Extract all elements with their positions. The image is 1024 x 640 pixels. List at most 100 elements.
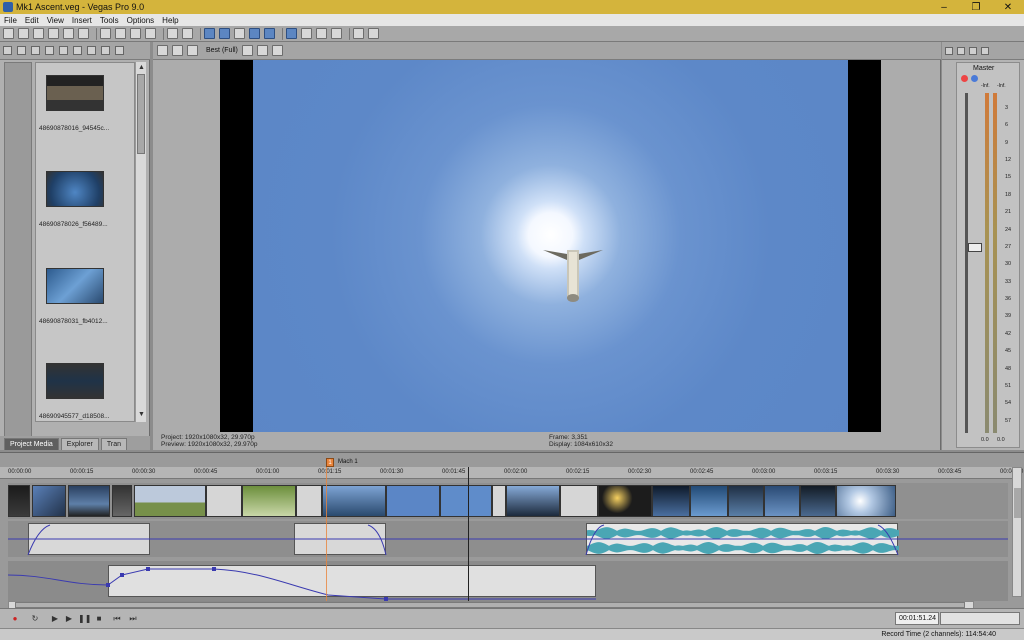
views-icon[interactable] <box>101 46 110 55</box>
menu-view[interactable]: View <box>47 16 64 25</box>
go-to-start-icon[interactable]: ⏮ <box>112 614 122 624</box>
list-item[interactable]: 48690878031_fb4012... <box>36 268 134 358</box>
play-icon[interactable]: ▶ <box>64 614 74 624</box>
video-clip[interactable] <box>32 485 66 517</box>
preview-quality-select[interactable]: Best (Full) <box>206 47 238 54</box>
video-clip[interactable] <box>440 485 492 517</box>
master-fader-knob[interactable] <box>968 243 982 252</box>
remove-unused-icon[interactable] <box>59 46 68 55</box>
selection-edit-tool-icon[interactable] <box>301 28 312 39</box>
normal-edit-tool-icon[interactable] <box>264 28 275 39</box>
tab-project-media[interactable]: Project Media <box>4 438 59 450</box>
video-clip[interactable] <box>836 485 896 517</box>
list-item[interactable]: 48690878026_f56489... <box>36 171 134 261</box>
video-clip[interactable] <box>652 485 690 517</box>
scrollbar-thumb[interactable] <box>137 74 145 154</box>
save-snapshot-icon[interactable] <box>271 45 283 56</box>
copy-snapshot-icon[interactable] <box>256 45 268 56</box>
mixer-properties-icon[interactable] <box>945 46 953 55</box>
video-clip[interactable] <box>322 485 386 517</box>
transition-clip[interactable] <box>560 485 598 517</box>
timeline-vscrollbar[interactable] <box>1012 467 1022 597</box>
lock-envelopes-icon[interactable] <box>234 28 245 39</box>
audio-track-2[interactable] <box>8 561 1008 601</box>
extract-audio-icon[interactable] <box>45 46 54 55</box>
tab-transitions[interactable]: Tran <box>100 438 128 450</box>
transition-clip[interactable] <box>492 485 506 517</box>
master-mute-icon[interactable] <box>971 75 978 82</box>
media-properties-icon[interactable] <box>73 46 82 55</box>
video-clip[interactable] <box>506 485 560 517</box>
video-clip[interactable] <box>112 485 132 517</box>
selection-time-display[interactable] <box>940 612 1020 625</box>
transition-clip[interactable] <box>296 485 322 517</box>
redo-icon[interactable] <box>182 28 193 39</box>
undo-icon[interactable] <box>167 28 178 39</box>
maximize-button[interactable]: ❐ <box>960 0 992 14</box>
envelope-edit-tool-icon[interactable] <box>286 28 297 39</box>
preview-properties-icon[interactable] <box>157 45 168 56</box>
cut-icon[interactable] <box>100 28 111 39</box>
video-clip[interactable] <box>8 485 30 517</box>
video-clip[interactable] <box>800 485 836 517</box>
open-icon[interactable] <box>18 28 29 39</box>
menu-edit[interactable]: Edit <box>25 16 39 25</box>
save-as-icon[interactable] <box>48 28 59 39</box>
master-fx-icon[interactable] <box>961 75 968 82</box>
delete-icon[interactable] <box>145 28 156 39</box>
list-item[interactable]: 48690945577_d18508... <box>36 363 134 421</box>
media-bins-tree[interactable] <box>4 62 32 446</box>
video-clip[interactable] <box>764 485 800 517</box>
capture-video-icon[interactable] <box>17 46 26 55</box>
menu-file[interactable]: File <box>4 16 17 25</box>
close-button[interactable]: ✕ <box>992 0 1024 14</box>
video-track[interactable] <box>8 483 1008 519</box>
search-media-icon[interactable] <box>115 46 124 55</box>
enable-snapping-icon[interactable] <box>204 28 215 39</box>
minimize-button[interactable]: ‒ <box>928 0 960 14</box>
video-clip[interactable] <box>134 485 206 517</box>
stop-icon[interactable]: ■ <box>94 614 104 624</box>
video-clip[interactable] <box>386 485 440 517</box>
list-item[interactable]: 48690878016_94545c... <box>36 75 134 165</box>
preview-fx-icon[interactable] <box>187 45 198 56</box>
dim-output-icon[interactable] <box>969 46 977 55</box>
video-clip[interactable] <box>242 485 296 517</box>
menu-insert[interactable]: Insert <box>72 16 92 25</box>
menu-options[interactable]: Options <box>127 16 155 25</box>
auto-ripple-icon[interactable] <box>219 28 230 39</box>
go-to-end-icon[interactable]: ⏭ <box>128 614 138 624</box>
properties-icon[interactable] <box>78 28 89 39</box>
transition-clip[interactable] <box>206 485 242 517</box>
downmix-icon[interactable] <box>957 46 965 55</box>
external-monitor-icon[interactable] <box>172 45 183 56</box>
scrollbar-thumb[interactable] <box>1014 488 1021 518</box>
tab-explorer[interactable]: Explorer <box>60 438 99 450</box>
ignore-grouping-icon[interactable] <box>249 28 260 39</box>
pause-icon[interactable]: ❚❚ <box>78 614 91 624</box>
trim-start-icon[interactable] <box>353 28 364 39</box>
marker-icon[interactable] <box>368 28 379 39</box>
audio-track-1[interactable] <box>8 521 1008 557</box>
timeline-marker[interactable]: 1 Mach 1 <box>326 457 358 467</box>
get-media-icon[interactable] <box>31 46 40 55</box>
media-fx-icon[interactable] <box>87 46 96 55</box>
time-ruler[interactable]: 00:00:00 00:00:15 00:00:30 00:00:45 00:01:00… <box>0 467 1023 479</box>
video-clip[interactable] <box>728 485 764 517</box>
split-icon[interactable] <box>331 28 342 39</box>
record-icon[interactable]: ● <box>10 614 20 624</box>
video-clip[interactable] <box>68 485 110 517</box>
paste-icon[interactable] <box>130 28 141 39</box>
render-icon[interactable] <box>63 28 74 39</box>
loop-playback-icon[interactable]: ↻ <box>30 614 40 624</box>
scroll-down-icon[interactable]: ▼ <box>137 410 146 419</box>
media-list[interactable]: 48690878016_94545c... 48690878026_f56489… <box>35 62 135 422</box>
video-clip[interactable] <box>690 485 728 517</box>
overlays-icon[interactable] <box>241 45 253 56</box>
new-icon[interactable] <box>3 28 14 39</box>
video-clip[interactable] <box>598 485 652 517</box>
media-scrollbar[interactable]: ▲ ▼ <box>135 62 146 422</box>
mixer-more-icon[interactable] <box>981 46 989 55</box>
import-media-icon[interactable] <box>3 46 12 55</box>
scroll-up-icon[interactable]: ▲ <box>137 63 146 72</box>
